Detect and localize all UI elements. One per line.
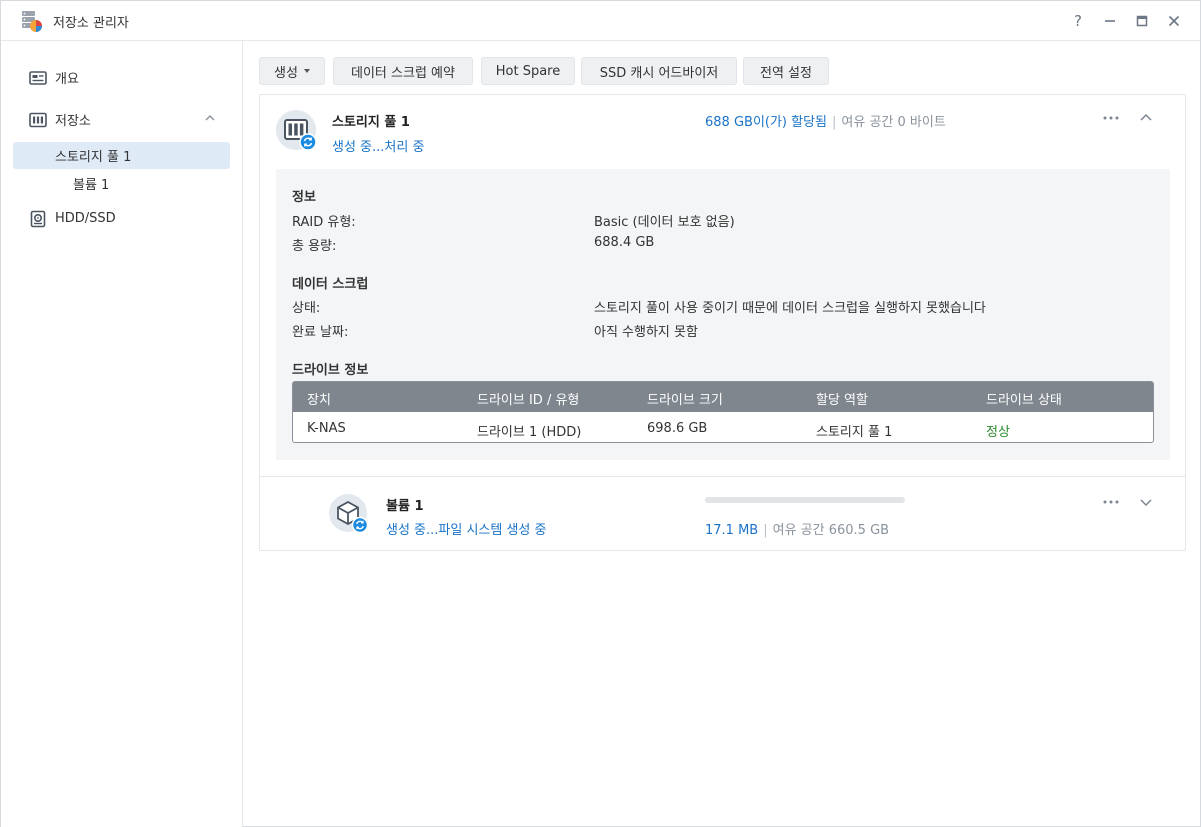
column-header-drive-status: 드라이브 상태	[986, 393, 1062, 408]
cell-drive-status: 정상	[986, 425, 1010, 440]
sidebar-item-label: 저장소	[55, 114, 91, 129]
cell-device: K-NAS	[307, 421, 346, 436]
column-header-drive-id: 드라이브 ID / 유형	[477, 393, 580, 408]
ssd-cache-advisor-button[interactable]: SSD 캐시 어드바이저	[581, 57, 737, 85]
create-button-label: 생성	[274, 65, 298, 81]
sidebar-item-label: 볼륨 1	[73, 178, 110, 193]
usage-separator: |	[832, 115, 837, 130]
help-button[interactable]: ?	[1067, 10, 1089, 32]
global-settings-label: 전역 설정	[760, 65, 812, 81]
chevron-up-icon[interactable]	[204, 112, 216, 124]
chevron-up-icon[interactable]	[1139, 111, 1153, 125]
scrub-completed-label: 완료 날짜:	[292, 325, 349, 340]
data-scrub-schedule-button[interactable]: 데이터 스크럽 예약	[333, 57, 473, 85]
sidebar-item-label: 개요	[55, 72, 79, 87]
divider	[260, 476, 1185, 477]
scrub-status-label: 상태:	[292, 301, 321, 316]
pool-allocated: 688 GB이(가) 할당됨	[705, 115, 828, 130]
data-scrub-schedule-label: 데이터 스크럽 예약	[351, 65, 455, 81]
sidebar-item-label: HDD/SSD	[55, 211, 116, 226]
column-header-device: 장치	[307, 393, 331, 408]
sidebar-item-label: 스토리지 풀 1	[55, 150, 132, 165]
volume-used: 17.1 MB	[705, 523, 759, 538]
create-button[interactable]: 생성	[259, 57, 325, 85]
maximize-button[interactable]	[1131, 10, 1153, 32]
raid-type-label: RAID 유형:	[292, 215, 356, 230]
ssd-cache-advisor-label: SSD 캐시 어드바이저	[599, 65, 719, 81]
help-icon: ?	[1074, 12, 1082, 30]
total-capacity-value: 688.4 GB	[594, 235, 655, 250]
overview-icon	[29, 70, 47, 85]
minimize-icon	[1105, 20, 1115, 22]
title-bar: 저장소 관리자 ?	[1, 1, 1200, 41]
caret-down-icon	[303, 69, 310, 73]
column-header-drive-size: 드라이브 크기	[647, 393, 723, 408]
close-icon	[1168, 15, 1180, 27]
volume-title: 볼륨 1	[386, 499, 424, 514]
storage-icon	[29, 112, 47, 127]
sidebar-item-volume-1[interactable]: 볼륨 1	[13, 170, 230, 197]
minimize-button[interactable]	[1099, 10, 1121, 32]
usage-separator: |	[763, 523, 768, 538]
sidebar-item-overview[interactable]: 개요	[13, 64, 230, 91]
sidebar-item-storage-pool-1[interactable]: 스토리지 풀 1	[13, 142, 230, 169]
sidebar: 개요 저장소 스토리지 풀 1 볼륨 1 HDD/SSD	[1, 41, 243, 827]
cell-drive-size: 698.6 GB	[647, 421, 708, 436]
global-settings-button[interactable]: 전역 설정	[743, 57, 829, 85]
maximize-icon	[1136, 15, 1148, 27]
volume-free-space: 여유 공간 660.5 GB	[772, 523, 890, 538]
hdd-icon	[30, 210, 46, 227]
hot-spare-label: Hot Spare	[495, 63, 561, 79]
hot-spare-button[interactable]: Hot Spare	[481, 57, 575, 85]
volume-usage: 17.1 MB | 여유 공간 660.5 GB	[705, 519, 889, 538]
drive-info-section-title: 드라이브 정보	[292, 363, 369, 378]
volume-icon	[329, 494, 369, 534]
storage-manager-window: 저장소 관리자 ? 개요 저장소 스토리지 풀 1 볼륨 1 HDD/SSD 생…	[0, 0, 1201, 827]
volume-status: 생성 중...파일 시스템 생성 중	[386, 523, 547, 538]
sidebar-item-storage[interactable]: 저장소	[13, 106, 230, 133]
storage-pool-panel: 스토리지 풀 1 생성 중...처리 중 688 GB이(가) 할당됨 | 여유 공…	[259, 94, 1186, 551]
total-capacity-label: 총 용량:	[292, 239, 337, 254]
pool-free-space: 여유 공간 0 바이트	[841, 115, 946, 130]
storage-pool-status: 생성 중...처리 중	[332, 140, 425, 155]
data-scrub-section-title: 데이터 스크럽	[292, 277, 369, 292]
cell-role: 스토리지 풀 1	[816, 425, 893, 440]
sidebar-item-hdd-ssd[interactable]: HDD/SSD	[13, 205, 230, 232]
drive-table-header: 장치 드라이브 ID / 유형 드라이브 크기 할당 역할 드라이브 상태	[293, 382, 1153, 412]
cell-drive-id: 드라이브 1 (HDD)	[477, 425, 582, 440]
storage-pool-usage: 688 GB이(가) 할당됨 | 여유 공간 0 바이트	[705, 111, 946, 130]
window-title: 저장소 관리자	[53, 16, 129, 31]
more-options-icon[interactable]	[1101, 111, 1121, 125]
scrub-status-value: 스토리지 풀이 사용 중이기 때문에 데이터 스크럽을 실행하지 못했습니다	[594, 301, 986, 316]
volume-usage-bar	[705, 497, 905, 503]
info-section-title: 정보	[292, 190, 316, 205]
close-button[interactable]	[1163, 10, 1185, 32]
raid-type-value: Basic (데이터 보호 없음)	[594, 215, 735, 230]
storage-pool-details: 정보 RAID 유형: Basic (데이터 보호 없음) 총 용량: 688.…	[276, 169, 1170, 460]
drive-table: 장치 드라이브 ID / 유형 드라이브 크기 할당 역할 드라이브 상태 K-…	[292, 381, 1154, 443]
storage-manager-app-icon	[22, 11, 42, 32]
storage-pool-icon	[276, 110, 318, 152]
more-options-icon[interactable]	[1101, 495, 1121, 509]
scrub-completed-value: 아직 수행하지 못함	[594, 325, 698, 340]
column-header-role: 할당 역할	[816, 393, 868, 408]
storage-pool-title: 스토리지 풀 1	[332, 115, 410, 130]
chevron-down-icon[interactable]	[1139, 495, 1153, 509]
